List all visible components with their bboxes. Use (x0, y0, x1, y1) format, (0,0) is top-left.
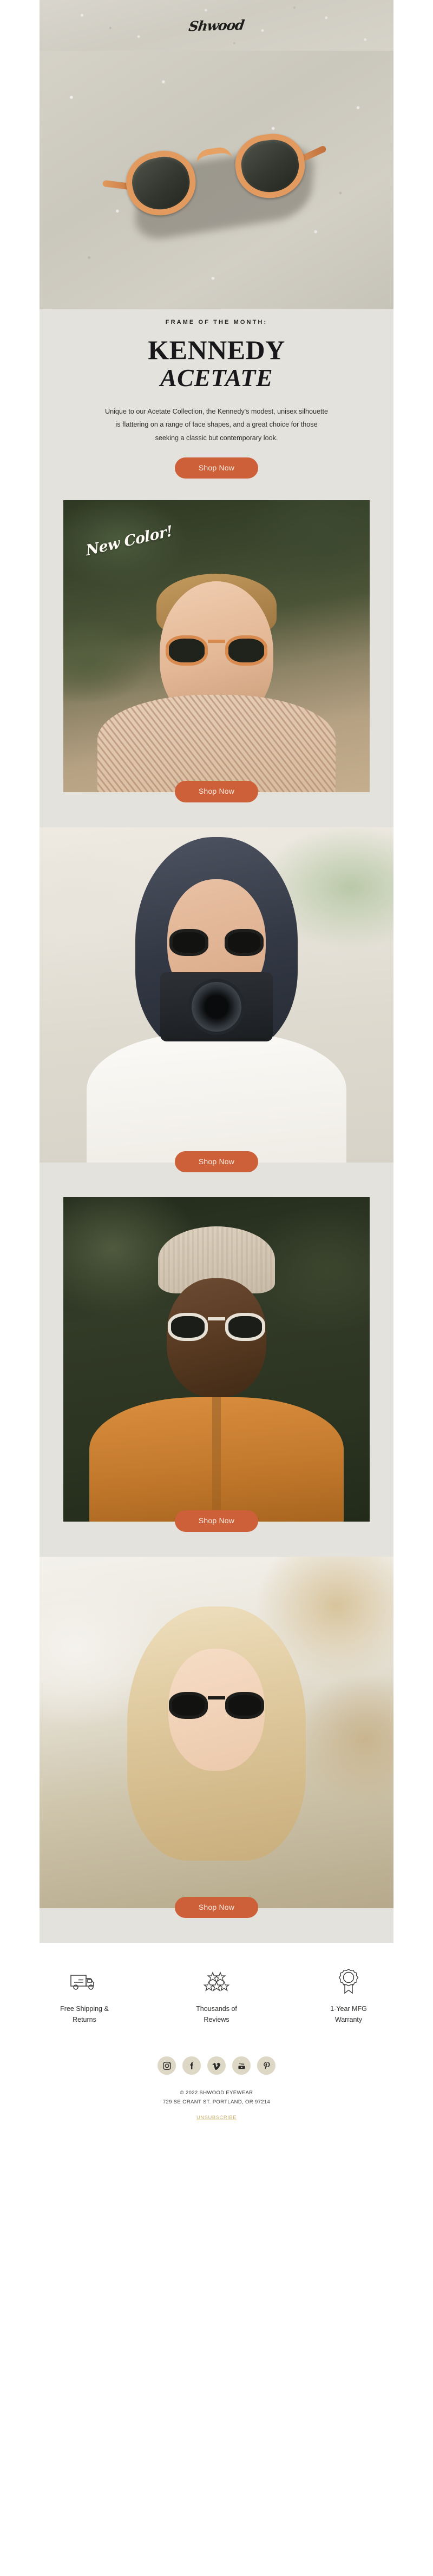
email-container: Shwood FRAME OF THE MONTH: KENNEDY ACETA… (40, 0, 393, 1943)
hero-headline-primary: KENNEDY (148, 335, 285, 365)
hero-eyebrow: FRAME OF THE MONTH: (165, 319, 268, 326)
feature-label-reviews: Thousands of Reviews (176, 2003, 257, 2025)
lifestyle-image-woman-camera[interactable] (40, 827, 393, 1163)
svg-text:You: You (239, 2063, 244, 2066)
social-links: You (0, 2049, 433, 2089)
shop-now-button-3[interactable]: Shop Now (174, 1510, 259, 1532)
feature-label-reviews-line2: Reviews (204, 2016, 229, 2024)
legal-block: © 2022 SHWOOD EYEWEAR 729 SE GRANT ST. P… (0, 2089, 433, 2128)
hero-cta-wrapper: Shop Now (40, 444, 393, 501)
award-icon (308, 1967, 389, 1997)
pinterest-icon[interactable] (257, 2056, 275, 2075)
hero-copy-block: FRAME OF THE MONTH: KENNEDY ACETATE Uniq… (40, 309, 393, 444)
stars-icon (176, 1967, 257, 1997)
cta-wrapper-3: Shop Now (40, 1510, 393, 1557)
facebook-icon[interactable] (182, 2056, 201, 2075)
hero-headline-secondary: ACETATE (160, 364, 273, 391)
lifestyle-image-man-forest[interactable]: New Color! (63, 500, 370, 793)
address-text: 729 SE GRANT ST. PORTLAND, OR 97214 (162, 2099, 271, 2105)
truck-icon (44, 1967, 125, 1997)
new-color-badge: New Color! (85, 522, 174, 560)
hero-product-image[interactable] (40, 51, 393, 309)
product-section-4: Shop Now (40, 1556, 393, 1943)
shop-now-button-2[interactable]: Shop Now (174, 1151, 259, 1173)
cta-wrapper-4: Shop Now (40, 1896, 393, 1943)
shop-now-button-1[interactable]: Shop Now (174, 781, 259, 802)
feature-label-shipping-line1: Free Shipping & (60, 2005, 109, 2013)
feature-badges: Free Shipping & Returns Thousands of Rev… (0, 1967, 433, 2049)
product-section-1: New Color! Shop Now (40, 500, 393, 827)
feature-label-warranty-line1: 1-Year MFG (330, 2005, 367, 2013)
shwood-logo[interactable]: Shwood (188, 17, 245, 34)
cta-wrapper-2: Shop Now (40, 1151, 393, 1198)
product-section-2: Shop Now (40, 827, 393, 1198)
feature-label-reviews-line1: Thousands of (196, 2005, 237, 2013)
instagram-icon[interactable] (158, 2056, 176, 2075)
feature-free-shipping: Free Shipping & Returns (44, 1967, 125, 2025)
feature-label-warranty: 1-Year MFG Warranty (308, 2003, 389, 2025)
feature-label-warranty-line2: Warranty (334, 2016, 363, 2024)
youtube-icon[interactable]: You (232, 2056, 251, 2075)
footer-spacer (0, 2128, 433, 2159)
vimeo-icon[interactable] (207, 2056, 226, 2075)
header-logo-band: Shwood (40, 0, 393, 51)
shop-now-button-hero[interactable]: Shop Now (174, 457, 259, 479)
email-body: Shwood FRAME OF THE MONTH: KENNEDY ACETA… (0, 0, 433, 2159)
sunglasses-illustration (102, 115, 327, 246)
feature-label-shipping-line2: Returns (73, 2016, 96, 2024)
feature-warranty: 1-Year MFG Warranty (308, 1967, 389, 2025)
email-footer: Free Shipping & Returns Thousands of Rev… (0, 1943, 433, 2159)
unsubscribe-link[interactable]: UNSUBSCRIBE (196, 2115, 237, 2121)
product-section-3: Shop Now (40, 1197, 393, 1557)
cta-wrapper-1: Shop Now (40, 781, 393, 827)
copyright-text: © 2022 SHWOOD EYEWEAR (180, 2090, 253, 2096)
hero-description: Unique to our Acetate Collection, the Ke… (105, 408, 328, 442)
lifestyle-image-man-beanie[interactable] (63, 1197, 370, 1522)
lifestyle-image-woman-field[interactable] (40, 1556, 393, 1908)
shop-now-button-4[interactable]: Shop Now (174, 1896, 259, 1918)
feature-label-shipping: Free Shipping & Returns (44, 2003, 125, 2025)
feature-reviews: Thousands of Reviews (176, 1967, 257, 2025)
